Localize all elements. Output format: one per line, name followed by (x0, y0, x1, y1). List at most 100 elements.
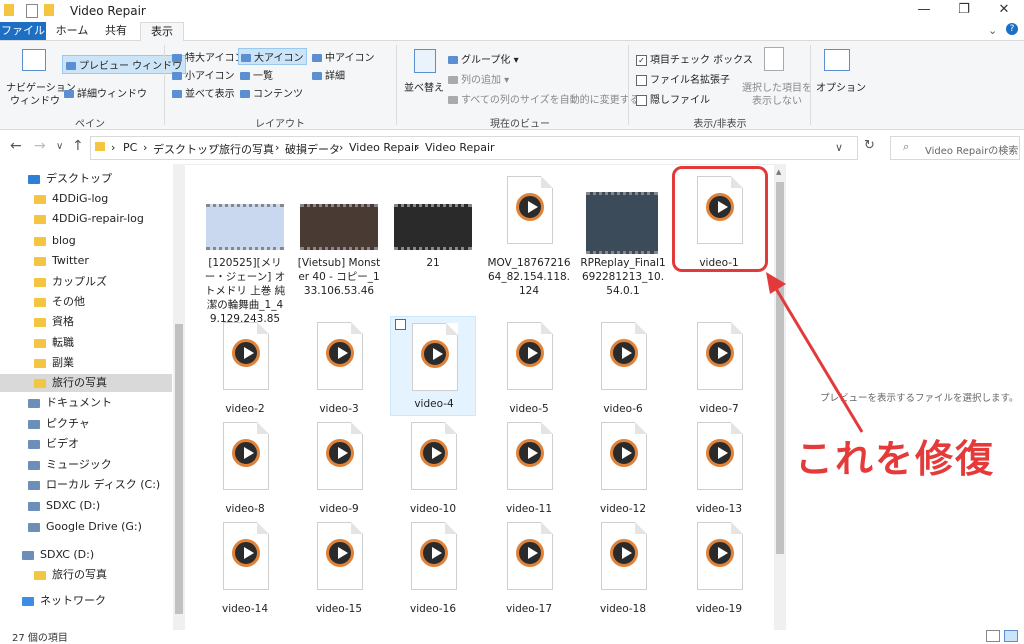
crumb-video-repair[interactable]: Video Repair (349, 141, 419, 154)
details-view-icon[interactable] (986, 630, 1000, 642)
sidebar-item[interactable]: 4DDiG-log (0, 190, 172, 208)
file-item[interactable]: video-19 (676, 522, 760, 626)
back-arrow-icon[interactable]: ← (10, 138, 22, 154)
sort-button[interactable]: 並べ替え (404, 79, 444, 94)
file-item[interactable]: video-9 (296, 422, 380, 526)
file-item[interactable]: video-5 (486, 322, 570, 426)
details-pane-button[interactable]: 詳細ウィンドウ (64, 85, 147, 100)
layout-tiles[interactable]: 並べて表示 (172, 85, 235, 100)
crumb-video-repair-2[interactable]: Video Repair (425, 141, 495, 154)
scroll-up-icon[interactable]: ▲ (776, 168, 781, 176)
sidebar-item[interactable]: その他 (0, 293, 172, 311)
options-icon[interactable] (824, 49, 850, 71)
sidebar-item[interactable]: 転職 (0, 334, 172, 352)
sidebar-item[interactable]: 旅行の写真 (0, 566, 172, 584)
layout-medium-icons[interactable]: 中アイコン (312, 49, 375, 64)
sidebar-item[interactable]: ネットワーク (0, 592, 172, 610)
nav-pane-icon[interactable] (22, 49, 46, 71)
tab-view[interactable]: 表示 (140, 22, 184, 41)
folder-icon (34, 317, 46, 327)
breadcrumb[interactable]: › PC › デスクトップ › 旅行の写真 › 破損データ › Video Re… (90, 136, 858, 160)
file-item[interactable]: video-14 (202, 522, 286, 626)
properties-icon[interactable] (26, 4, 38, 18)
file-item[interactable]: video-11 (486, 422, 570, 526)
options-button[interactable]: オプション (816, 79, 866, 94)
layout-list[interactable]: 一覧 (240, 67, 273, 82)
file-item[interactable]: video-18 (580, 522, 664, 626)
extension-toggle[interactable]: ファイル名拡張子 (636, 71, 730, 86)
crumb-pc[interactable]: PC (123, 141, 137, 154)
fit-columns-button[interactable]: すべての列のサイズを自動的に変更する (448, 91, 640, 106)
sort-icon[interactable] (414, 49, 436, 73)
sidebar-item[interactable]: ミュージック (0, 456, 172, 474)
maximize-button[interactable]: ❐ (944, 0, 984, 22)
crumb-broken[interactable]: 破損データ (285, 141, 340, 157)
crumb-travel[interactable]: 旅行の写真 (219, 141, 274, 157)
address-dropdown-icon[interactable]: ∨ (835, 141, 843, 154)
file-item[interactable]: video-8 (202, 422, 286, 526)
close-button[interactable]: ✕ (984, 0, 1024, 22)
file-item[interactable]: RPReplay_Final1692281213_10.54.0.1 (580, 176, 666, 306)
group-by-button[interactable]: グループ化 ▾ (448, 51, 519, 66)
layout-small-icons[interactable]: 小アイコン (172, 67, 235, 82)
forward-arrow-icon[interactable]: → (34, 138, 46, 154)
sidebar-item[interactable]: 資格 (0, 313, 172, 331)
sidebar-item[interactable]: SDXC (D:) (0, 497, 172, 515)
layout-xl-icons[interactable]: 特大アイコン (172, 49, 245, 64)
file-item[interactable]: MOV_1876721664_82.154.118.124 (486, 176, 571, 297)
tab-file[interactable]: ファイル (0, 22, 46, 40)
file-item[interactable]: [Vietsub] Monster 40 - コピー_133.106.53.46 (296, 176, 380, 306)
sidebar-item[interactable]: ローカル ディスク (C:) (0, 476, 172, 494)
sidebar-item[interactable]: 旅行の写真 (0, 374, 172, 392)
new-folder-icon[interactable] (44, 4, 54, 16)
sidebar-item[interactable]: デスクトップ (0, 170, 172, 188)
preview-pane-button[interactable]: プレビュー ウィンドウ (62, 55, 187, 74)
item-checkbox[interactable] (395, 319, 406, 330)
file-item[interactable]: video-6 (580, 322, 664, 426)
file-item[interactable]: [120525][メリー・ジェーン] オトメドリ 上巻 純潔の輪舞曲_1_49.… (202, 176, 286, 325)
sidebar-item[interactable]: ドキュメント (0, 394, 172, 412)
sidebar-item[interactable]: カップルズ (0, 273, 172, 291)
nav-pane-label2[interactable]: ウィンドウ (10, 92, 60, 107)
file-item[interactable]: video-12 (580, 422, 664, 526)
file-item[interactable]: video-10 (390, 422, 474, 526)
file-item[interactable]: video-7 (676, 322, 760, 426)
up-arrow-icon[interactable]: ↑ (72, 138, 84, 154)
tab-share[interactable]: 共有 (96, 22, 136, 40)
file-item[interactable]: video-16 (390, 522, 474, 626)
recent-chevron-icon[interactable]: ∨ (56, 141, 63, 152)
file-item[interactable]: video-2 (202, 322, 286, 426)
hide-selected-icon[interactable] (764, 47, 784, 71)
sidebar-item[interactable]: ビデオ (0, 435, 172, 453)
video-file-icon (317, 322, 363, 390)
refresh-icon[interactable]: ↻ (864, 138, 875, 153)
hide-selected-label2[interactable]: 表示しない (752, 92, 802, 107)
file-item[interactable]: 21 (390, 176, 474, 306)
tab-home[interactable]: ホーム (52, 22, 92, 40)
hidden-files-toggle[interactable]: 隠しファイル (636, 91, 710, 106)
search-input[interactable]: ⌕ Video Repairの検索 (890, 136, 1020, 160)
file-item[interactable]: video-15 (296, 522, 380, 626)
large-icons-view-icon[interactable] (1004, 630, 1018, 642)
add-column-button[interactable]: 列の追加 ▾ (448, 71, 509, 86)
file-item[interactable]: video-4 (390, 316, 476, 416)
layout-content[interactable]: コンテンツ (240, 85, 303, 100)
sidebar-item[interactable]: Twitter (0, 252, 172, 270)
sidebar-scrollbar[interactable] (173, 164, 185, 630)
sidebar-item[interactable]: 副業 (0, 354, 172, 372)
sidebar-item[interactable]: ピクチャ (0, 415, 172, 433)
sidebar-item[interactable]: Google Drive (G:) (0, 518, 172, 536)
layout-details[interactable]: 詳細 (312, 67, 345, 82)
item-checkbox-toggle[interactable]: ✓ 項目チェック ボックス (636, 51, 753, 66)
sidebar-item[interactable]: 4DDiG-repair-log (0, 210, 172, 228)
file-item[interactable]: video-17 (486, 522, 570, 626)
scrollbar-thumb[interactable] (175, 324, 183, 614)
file-item[interactable]: video-13 (676, 422, 760, 526)
chevron-down-icon[interactable]: ⌄ (988, 24, 997, 37)
file-item[interactable]: video-3 (296, 322, 380, 426)
layout-large-icons[interactable]: 大アイコン (238, 48, 307, 65)
help-icon[interactable]: ? (1006, 23, 1018, 35)
sidebar-item[interactable]: SDXC (D:) (0, 546, 172, 564)
minimize-button[interactable]: — (904, 0, 944, 22)
sidebar-item[interactable]: blog (0, 232, 172, 250)
